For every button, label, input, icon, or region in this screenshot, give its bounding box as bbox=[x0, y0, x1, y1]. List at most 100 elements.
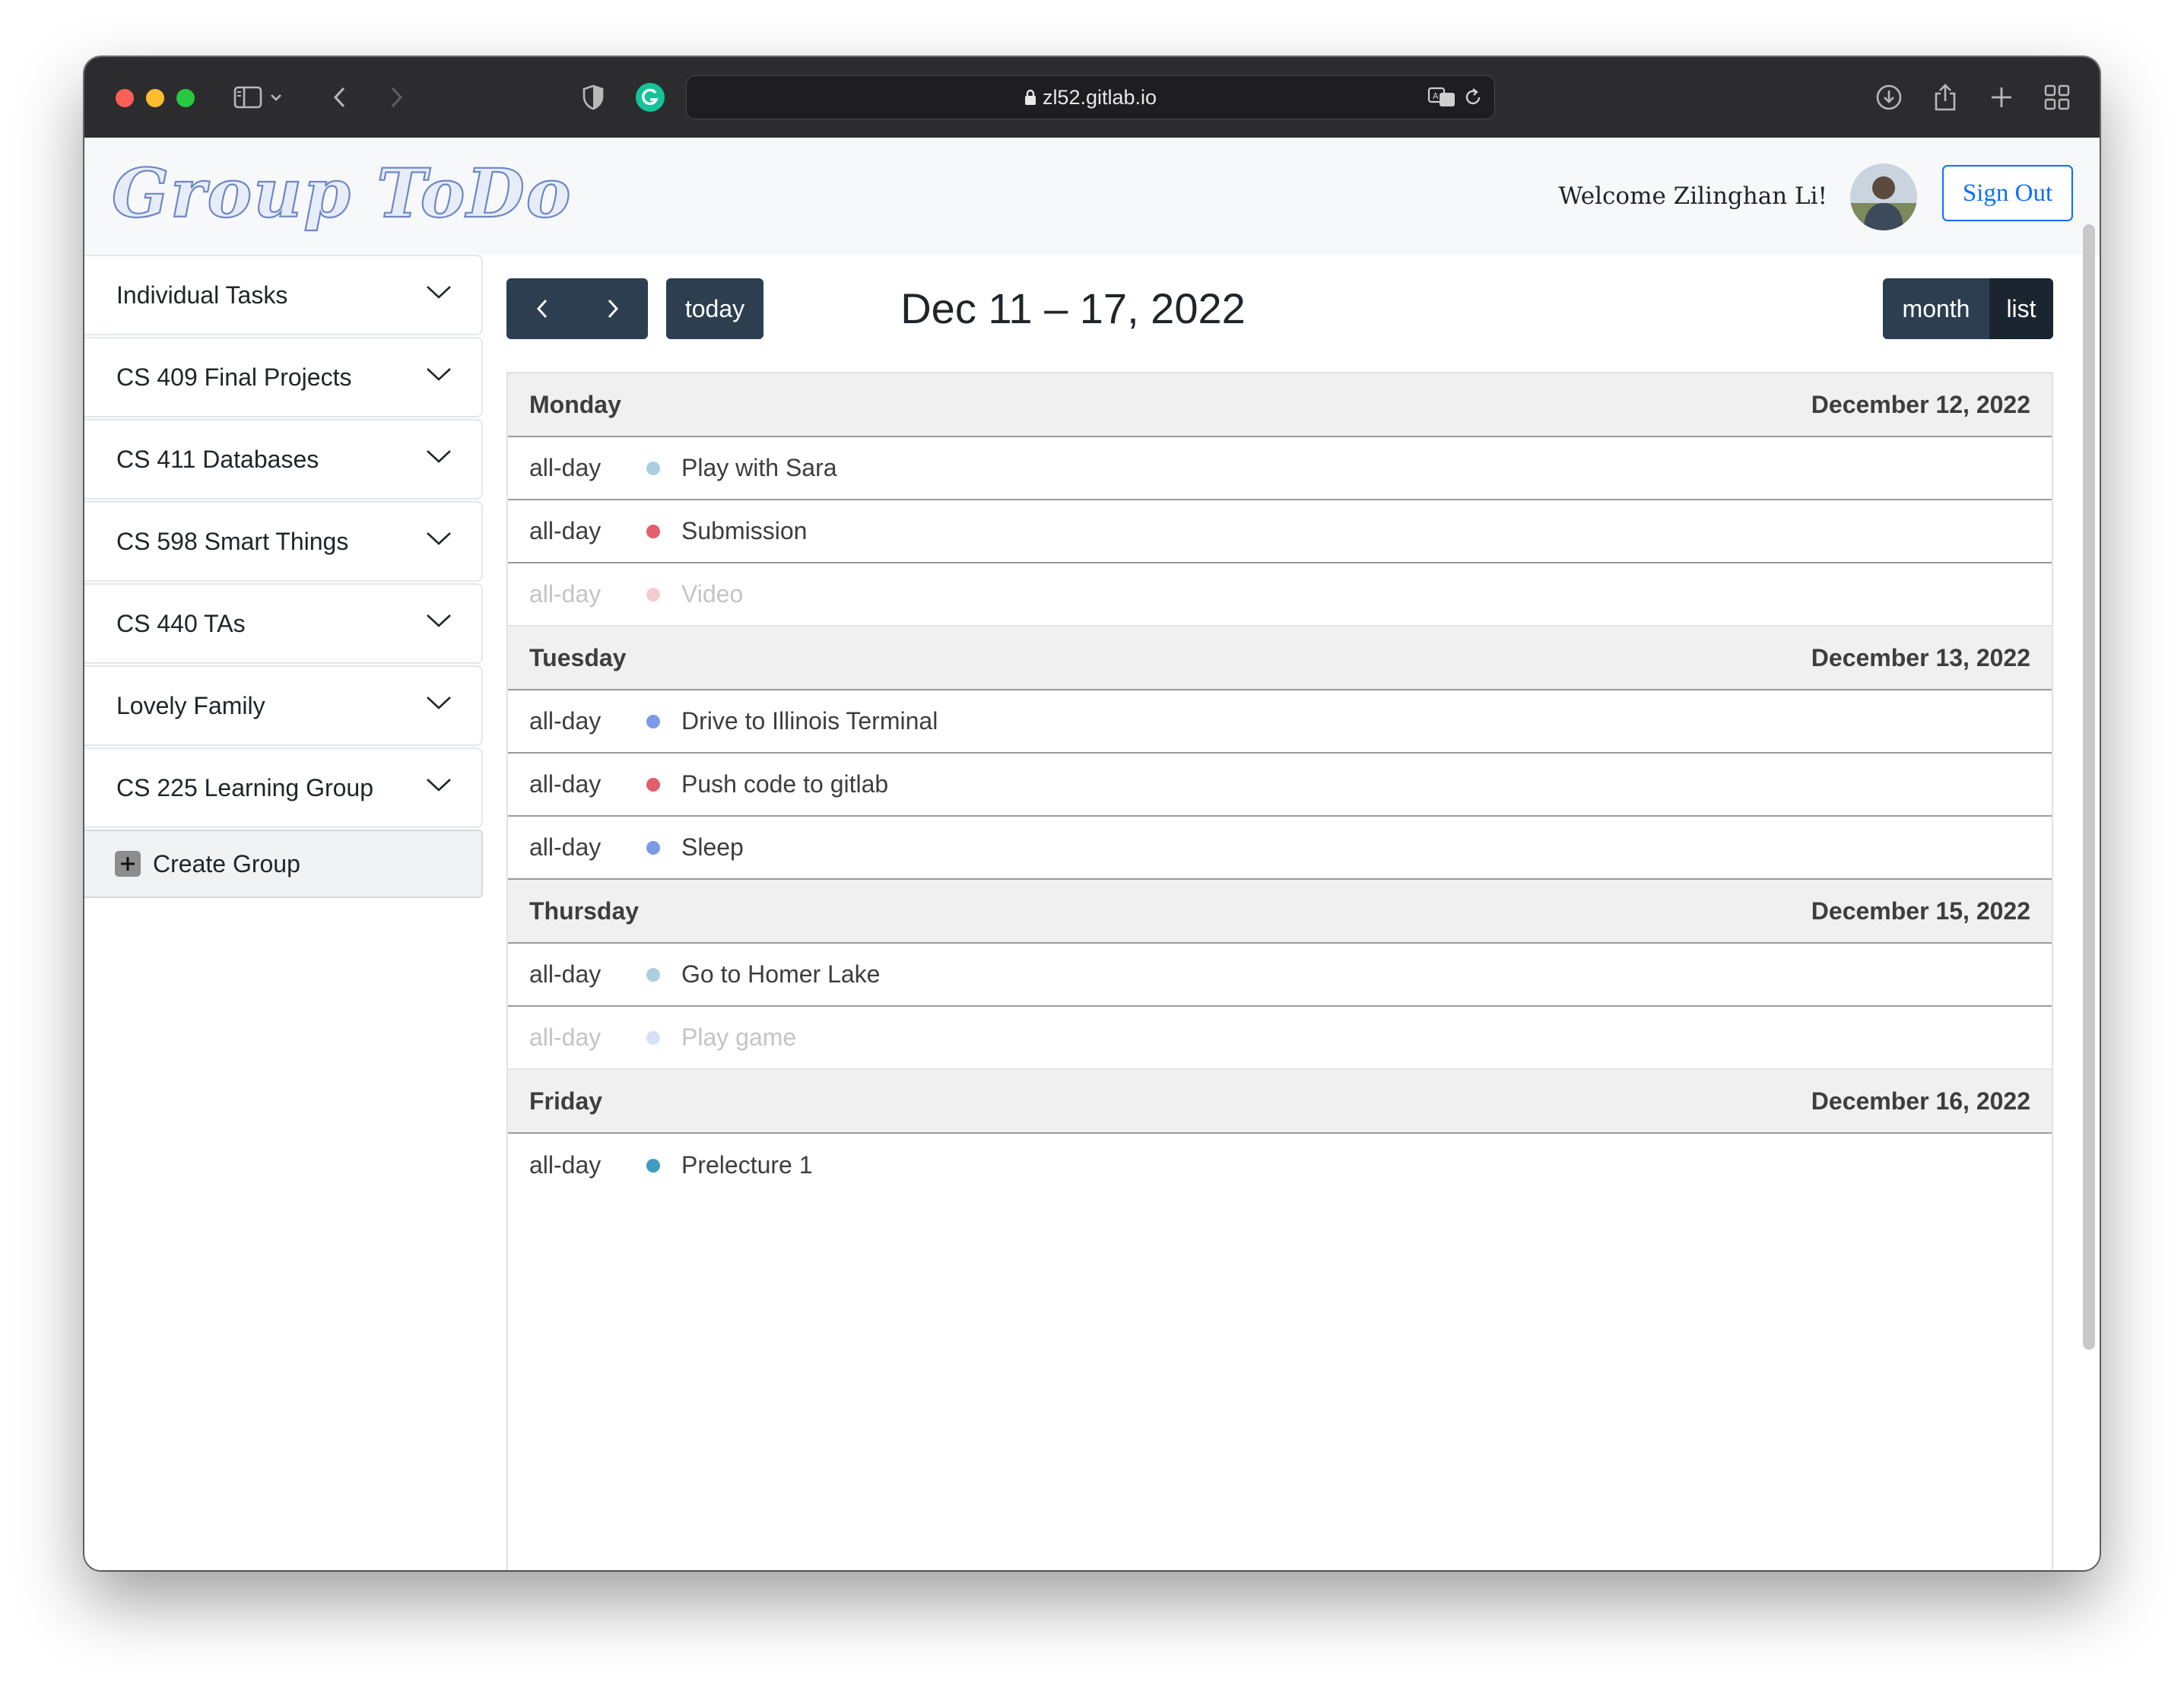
chevron-down-icon[interactable] bbox=[265, 78, 287, 116]
sidebar-group-cs440[interactable]: CS 440 TAs bbox=[84, 583, 483, 664]
event-row[interactable]: all-day Push code to gitlab bbox=[508, 754, 2052, 817]
translate-icon[interactable]: A bbox=[1427, 87, 1458, 108]
day-header-friday: Friday December 16, 2022 bbox=[508, 1070, 2052, 1134]
close-window-button[interactable] bbox=[116, 89, 134, 107]
event-title: Video bbox=[681, 580, 744, 608]
privacy-shield-icon[interactable] bbox=[574, 78, 612, 116]
share-icon[interactable] bbox=[1926, 78, 1964, 116]
list-view-button[interactable]: list bbox=[1989, 278, 2053, 339]
day-weekday: Thursday bbox=[529, 897, 640, 925]
event-color-dot bbox=[646, 524, 660, 538]
browser-window: zl52.gitlab.io A Group ToDo Welcome Zili… bbox=[84, 57, 2100, 1570]
calendar-nav-group bbox=[506, 278, 648, 339]
month-view-button[interactable]: month bbox=[1883, 278, 1989, 339]
create-group-label: Create Group bbox=[153, 849, 300, 877]
event-title: Sleep bbox=[681, 833, 744, 861]
day-date: December 13, 2022 bbox=[1811, 643, 2030, 671]
plus-icon bbox=[115, 851, 141, 877]
event-row[interactable]: all-day Video bbox=[508, 563, 2052, 627]
lock-icon bbox=[1024, 78, 1036, 120]
event-color-dot bbox=[646, 967, 660, 982]
group-label: Individual Tasks bbox=[116, 281, 288, 309]
tab-overview-icon[interactable] bbox=[2038, 78, 2076, 116]
event-time: all-day bbox=[529, 1023, 602, 1051]
web-page: Group ToDo Welcome Zilinghan Li! Sign Ou… bbox=[84, 138, 2100, 1570]
event-time: all-day bbox=[529, 517, 602, 544]
event-row[interactable]: all-day Go to Homer Lake bbox=[508, 944, 2052, 1007]
event-title: Drive to Illinois Terminal bbox=[681, 707, 938, 735]
event-row[interactable]: all-day Drive to Illinois Terminal bbox=[508, 690, 2052, 754]
event-title: Play game bbox=[681, 1023, 797, 1051]
event-color-dot bbox=[646, 840, 660, 855]
day-weekday: Monday bbox=[529, 390, 621, 418]
event-row[interactable]: all-day Sleep bbox=[508, 817, 2052, 880]
sidebar-group-lovely-family[interactable]: Lovely Family bbox=[84, 665, 483, 746]
group-label: CS 411 Databases bbox=[116, 446, 319, 473]
group-label: Lovely Family bbox=[116, 692, 265, 719]
user-avatar[interactable] bbox=[1850, 163, 1917, 230]
event-color-dot bbox=[646, 777, 660, 792]
event-row[interactable]: all-day Play with Sara bbox=[508, 437, 2052, 500]
group-label: CS 409 Final Projects bbox=[116, 363, 352, 391]
sidebar-group-individual-tasks[interactable]: Individual Tasks bbox=[84, 255, 483, 335]
svg-text:A: A bbox=[1433, 91, 1439, 101]
event-time: all-day bbox=[529, 960, 602, 988]
day-weekday: Friday bbox=[529, 1087, 603, 1115]
event-title: Prelecture 1 bbox=[681, 1151, 813, 1179]
day-header-thursday: Thursday December 15, 2022 bbox=[508, 880, 2052, 944]
event-row[interactable]: all-day Submission bbox=[508, 500, 2052, 563]
app-header: Group ToDo Welcome Zilinghan Li! Sign Ou… bbox=[84, 138, 2100, 255]
zoom-window-button[interactable] bbox=[176, 89, 195, 107]
event-color-dot bbox=[646, 1030, 660, 1045]
grammarly-extension-icon[interactable] bbox=[631, 78, 669, 116]
event-time: all-day bbox=[529, 707, 602, 735]
url-text: zl52.gitlab.io bbox=[1042, 86, 1157, 109]
create-group-button[interactable]: Create Group bbox=[84, 830, 483, 898]
next-week-button[interactable] bbox=[577, 278, 648, 339]
day-header-monday: Monday December 12, 2022 bbox=[508, 373, 2052, 437]
app-logo[interactable]: Group ToDo bbox=[107, 148, 579, 237]
chevron-down-icon bbox=[427, 286, 451, 299]
new-tab-icon[interactable] bbox=[1982, 78, 2021, 116]
svg-text:Group ToDo: Group ToDo bbox=[112, 154, 572, 233]
event-row[interactable]: all-day Prelecture 1 bbox=[508, 1134, 2052, 1197]
sidebar-group-cs598[interactable]: CS 598 Smart Things bbox=[84, 501, 483, 582]
sidebar-group-cs409[interactable]: CS 409 Final Projects bbox=[84, 337, 483, 417]
day-date: December 15, 2022 bbox=[1811, 897, 2030, 925]
group-label: CS 440 TAs bbox=[116, 610, 246, 637]
prev-week-button[interactable] bbox=[506, 278, 577, 339]
day-date: December 12, 2022 bbox=[1811, 390, 2030, 418]
calendar-title: Dec 11 – 17, 2022 bbox=[900, 284, 1246, 332]
event-title: Go to Homer Lake bbox=[681, 960, 881, 988]
page-scrollbar[interactable] bbox=[2083, 224, 2095, 1350]
minimize-window-button[interactable] bbox=[146, 89, 164, 107]
back-icon[interactable] bbox=[321, 78, 359, 116]
sidebar-group-cs411[interactable]: CS 411 Databases bbox=[84, 419, 483, 500]
event-time: all-day bbox=[529, 833, 602, 861]
event-time: all-day bbox=[529, 454, 602, 481]
address-bar[interactable]: zl52.gitlab.io A bbox=[686, 75, 1495, 119]
event-title: Play with Sara bbox=[681, 454, 837, 481]
event-row[interactable]: all-day Play game bbox=[508, 1007, 2052, 1070]
welcome-message: Welcome Zilinghan Li! bbox=[1558, 182, 1827, 210]
day-header-tuesday: Tuesday December 13, 2022 bbox=[508, 627, 2052, 690]
event-title: Submission bbox=[681, 517, 808, 544]
event-color-dot bbox=[646, 714, 660, 728]
reload-icon[interactable] bbox=[1462, 87, 1484, 108]
sidebar-group-cs225[interactable]: CS 225 Learning Group bbox=[84, 747, 483, 828]
sign-out-button[interactable]: Sign Out bbox=[1942, 165, 2073, 221]
event-time: all-day bbox=[529, 580, 602, 608]
event-color-dot bbox=[646, 461, 660, 475]
chevron-down-icon bbox=[427, 697, 451, 709]
chevron-down-icon bbox=[427, 779, 451, 792]
event-title: Push code to gitlab bbox=[681, 770, 889, 798]
chevron-left-icon bbox=[536, 299, 547, 319]
sidebar-toggle-icon[interactable] bbox=[229, 78, 267, 116]
group-sidebar: Individual Tasks CS 409 Final Projects C… bbox=[84, 255, 483, 898]
forward-icon[interactable] bbox=[377, 78, 415, 116]
group-label: CS 598 Smart Things bbox=[116, 528, 349, 555]
chevron-down-icon bbox=[427, 532, 451, 545]
group-label: CS 225 Learning Group bbox=[116, 774, 373, 801]
chevron-down-icon bbox=[427, 368, 451, 381]
downloads-icon[interactable] bbox=[1870, 78, 1908, 116]
